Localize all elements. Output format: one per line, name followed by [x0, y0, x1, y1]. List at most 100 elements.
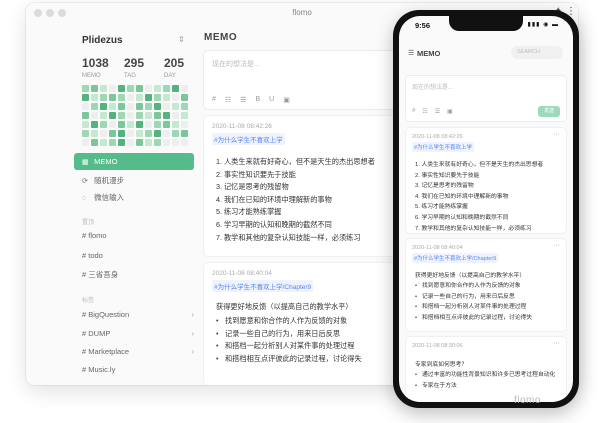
- underline-button[interactable]: U: [269, 96, 274, 104]
- chevron-right-icon[interactable]: ›: [191, 310, 194, 319]
- tag-label: # Music.ly: [82, 365, 116, 374]
- memo-line: 6. 学习早期的认知和晚期的截然不同: [216, 219, 332, 229]
- memo-timestamp: 2020-11-08 08:40:04: [412, 245, 463, 251]
- heatmap-cell: [171, 93, 180, 102]
- chevron-right-icon[interactable]: ›: [191, 329, 194, 338]
- unordered-list-button[interactable]: ☰: [240, 96, 246, 104]
- heatmap-cell: [162, 138, 171, 147]
- heatmap-cell: [135, 120, 144, 129]
- memo-bullet: 和搭档相互点评彼此的记录过程，讨论得失: [415, 313, 532, 324]
- heatmap-cell: [153, 129, 162, 138]
- editor-placeholder: 现在的想法是...: [412, 85, 454, 91]
- memo-card[interactable]: 2020-11-08 08:42:26 #为什么学生不喜欢上学 1. 人类生来就…: [204, 116, 404, 256]
- heatmap-cell: [82, 138, 90, 147]
- heatmap-cell: [126, 138, 135, 147]
- bold-button[interactable]: B: [255, 96, 260, 104]
- heatmap-cell: [117, 93, 126, 102]
- memo-tag[interactable]: #为什么学生不喜欢上学/Chapter9: [412, 253, 499, 263]
- heatmap-cell: [117, 129, 126, 138]
- more-options-icon[interactable]: ···: [553, 131, 560, 138]
- memo-tag[interactable]: #为什么学生不喜欢上学: [412, 142, 475, 152]
- hashtag-button[interactable]: #: [212, 96, 216, 104]
- heatmap-cell: [144, 129, 153, 138]
- heatmap-cell: [180, 85, 189, 93]
- nav-item-memo[interactable]: ▦ MEMO: [74, 153, 194, 170]
- unordered-list-button[interactable]: ☰: [435, 108, 440, 115]
- heatmap-cell: [99, 102, 108, 111]
- phone-memo-editor[interactable]: 现在的想法是... # ☷ ☰ ▣ 发送: [406, 76, 566, 121]
- heatmap-cell: [171, 111, 180, 120]
- stat-value: 295: [124, 56, 145, 70]
- memo-bullet: 记录一些自己的行为，用来日后反思: [216, 328, 362, 341]
- image-button[interactable]: ▣: [447, 108, 453, 115]
- heatmap-cell: [82, 129, 90, 138]
- ordered-list-button[interactable]: ☷: [225, 96, 231, 104]
- more-options-icon[interactable]: ···: [553, 242, 560, 249]
- phone-memo-card[interactable]: 2020-11-08 08:42:26 ··· #为什么学生不喜欢上学 1. 人…: [406, 128, 566, 233]
- tag-item[interactable]: # BigQuestion ›: [82, 310, 194, 319]
- heatmap-cell: [90, 120, 99, 129]
- tag-label: # Marketplace: [82, 347, 130, 356]
- chevron-right-icon[interactable]: ›: [191, 347, 194, 356]
- memo-bullet-list: 找到愿意和你合作的人作为反馈的对象 记录一些自己的行为，用来日后反思 和搭档一起…: [415, 281, 532, 323]
- pinned-tag-item[interactable]: # todo: [82, 251, 194, 260]
- phone-memo-card[interactable]: 2020-11-08 08:30:06 ··· 专家到底如何思考？ 通过丰富的功…: [406, 337, 566, 402]
- memo-line: 4. 我们在已知的环境中理解新的事物: [415, 193, 509, 200]
- memo-tag[interactable]: #为什么学生不喜欢上学: [212, 133, 285, 145]
- memo-card[interactable]: 2020-11-08 08:40:04 #为什么学生不喜欢上学/Chapter9…: [204, 263, 404, 385]
- nav-item-wechat-input[interactable]: ◌ 微信输入: [74, 189, 194, 206]
- heatmap-cell: [99, 93, 108, 102]
- sidebar: Plidezus ⇕ 1038 MEMO 295 TAG 205 DAY ▦ M…: [74, 23, 194, 385]
- heatmap-cell: [82, 102, 90, 111]
- tag-item[interactable]: # Marketplace ›: [82, 347, 194, 356]
- heatmap-cell: [90, 85, 99, 93]
- image-button[interactable]: ▣: [283, 96, 290, 104]
- nav-item-random-walk[interactable]: ⟳ 随机漫步: [74, 172, 194, 189]
- heatmap-cell: [90, 129, 99, 138]
- phone-memo-card[interactable]: 2020-11-08 08:40:04 ··· #为什么学生不喜欢上学/Chap…: [406, 239, 566, 331]
- heatmap-cell: [90, 102, 99, 111]
- tag-item[interactable]: # DUMP ›: [82, 329, 194, 338]
- tag-item[interactable]: # Music.ly: [82, 365, 194, 374]
- memo-content: 1. 人类生来就有好奇心，但不是天生的杰出思想者 2. 事实性知识要先于技能 3…: [216, 156, 375, 244]
- hamburger-menu-icon[interactable]: ☰: [408, 49, 414, 57]
- memo-bullet: 找到愿意和你合作的人作为反馈的对象: [415, 281, 532, 292]
- memo-line: 1. 人类生来就有好奇心，但不是天生的杰出思想者: [216, 157, 375, 166]
- status-time: 9:56: [415, 21, 431, 30]
- heatmap-cell: [153, 93, 162, 102]
- pinned-tag-item[interactable]: # 三省吾身: [82, 269, 194, 280]
- heatmap-cell: [153, 111, 162, 120]
- heatmap-cell: [171, 129, 180, 138]
- editor-toolbar: # ☷ ☰ B U ▣: [212, 96, 290, 104]
- heatmap-cell: [180, 111, 189, 120]
- heatmap-cell: [180, 102, 189, 111]
- status-icons: ▮▮▮ ◉ ▬: [527, 22, 559, 28]
- ordered-list-button[interactable]: ☷: [422, 108, 427, 115]
- heatmap-cell: [99, 120, 108, 129]
- nav-item-label: MEMO: [94, 157, 118, 166]
- memo-tag[interactable]: #为什么学生不喜欢上学/Chapter9: [212, 280, 314, 292]
- send-button[interactable]: 发送: [538, 106, 560, 117]
- heatmap-cell: [117, 111, 126, 120]
- heatmap-cell: [171, 102, 180, 111]
- heatmap-cell: [117, 102, 126, 111]
- shuffle-icon: ⟳: [82, 178, 88, 185]
- pinned-tag-item[interactable]: # flomo: [82, 231, 194, 240]
- heatmap-cell: [108, 102, 117, 111]
- heatmap-cell: [153, 85, 162, 93]
- stat-tag: 295 TAG: [124, 56, 144, 79]
- memo-timestamp: 2020-11-08 08:42:26: [412, 134, 463, 140]
- memo-editor[interactable]: 现在的想法是... # ☷ ☰ B U ▣: [204, 51, 404, 109]
- phone-search-input[interactable]: SEARCH: [511, 46, 563, 59]
- more-options-icon[interactable]: ···: [553, 340, 560, 347]
- username[interactable]: Plidezus: [82, 35, 123, 46]
- hashtag-button[interactable]: #: [412, 108, 415, 115]
- heatmap-cell: [108, 129, 117, 138]
- chevron-updown-icon[interactable]: ⇕: [178, 35, 185, 44]
- heatmap-cell: [171, 120, 180, 129]
- heatmap-cell: [153, 120, 162, 129]
- heatmap-cell: [126, 111, 135, 120]
- phone-screen: 9:56 ▮▮▮ ◉ ▬ ☰ MEMO SEARCH 现在的想法是... # ☷…: [399, 16, 573, 402]
- heatmap-cell: [171, 85, 180, 93]
- heatmap-cell: [82, 120, 90, 129]
